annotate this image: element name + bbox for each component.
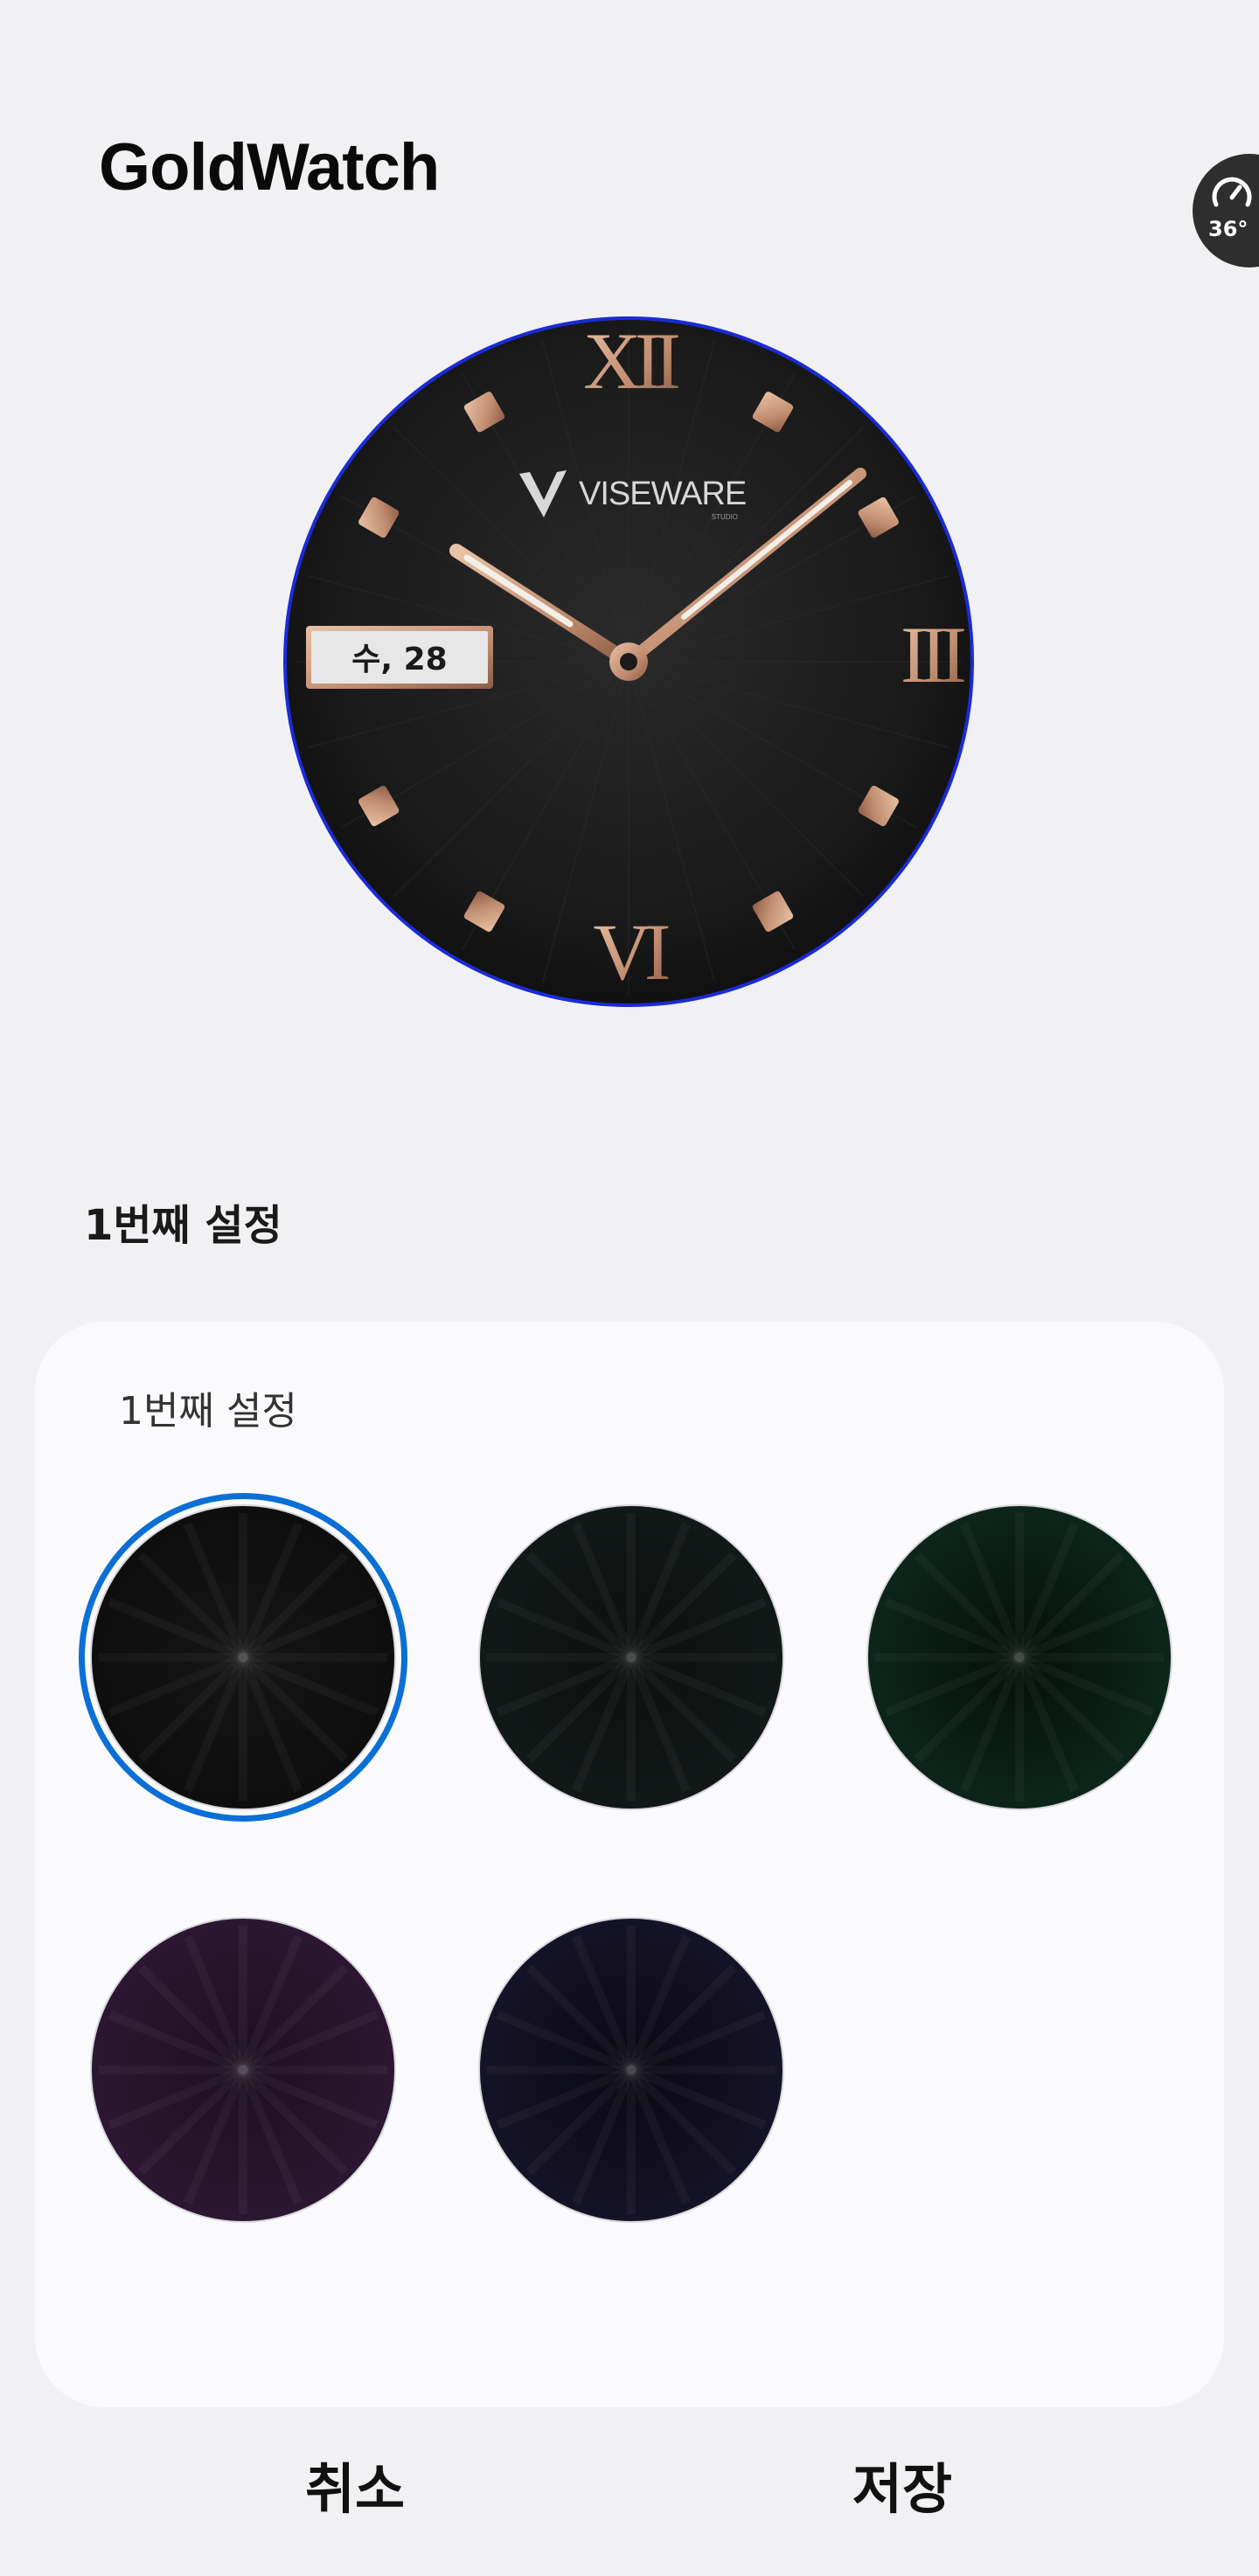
speedometer-icon	[1212, 177, 1252, 207]
dial-texture-icon	[90, 1504, 396, 1810]
card-title: 1번째 설정	[119, 1389, 297, 1434]
watch-face-preview: XII III VI VISEWARE STUDIO 수, 28	[283, 316, 974, 1007]
save-button[interactable]: 저장	[762, 2437, 1042, 2542]
brand-subtitle: STUDIO	[712, 513, 738, 521]
numeral-twelve: XII	[583, 316, 678, 406]
color-option-dark-gray-green[interactable]	[477, 1503, 785, 1811]
dial-texture-icon	[866, 1504, 1172, 1810]
numeral-three: III	[901, 610, 964, 699]
section-title: 1번째 설정	[84, 1201, 282, 1250]
date-window: 수, 28	[306, 626, 493, 689]
cancel-button[interactable]: 취소	[215, 2437, 495, 2542]
color-option-dark-purple[interactable]	[89, 1916, 397, 2224]
dial-texture-icon	[478, 1917, 784, 2223]
app-title: GoldWatch	[99, 130, 440, 205]
fps-value: 36°	[1208, 217, 1249, 241]
fps-meter-badge[interactable]: 36°	[1193, 154, 1259, 267]
color-option-black[interactable]	[79, 1493, 407, 1822]
numeral-six: VI	[593, 907, 668, 996]
dial-texture-icon	[478, 1504, 784, 1810]
brand-name: VISEWARE	[579, 476, 746, 512]
dial-texture-icon	[90, 1917, 396, 2223]
date-text: 수, 28	[351, 642, 447, 677]
color-option-card: 1번째 설정	[35, 1322, 1224, 2407]
color-option-dark-green[interactable]	[866, 1503, 1173, 1811]
color-option-dark-navy[interactable]	[477, 1916, 785, 2224]
